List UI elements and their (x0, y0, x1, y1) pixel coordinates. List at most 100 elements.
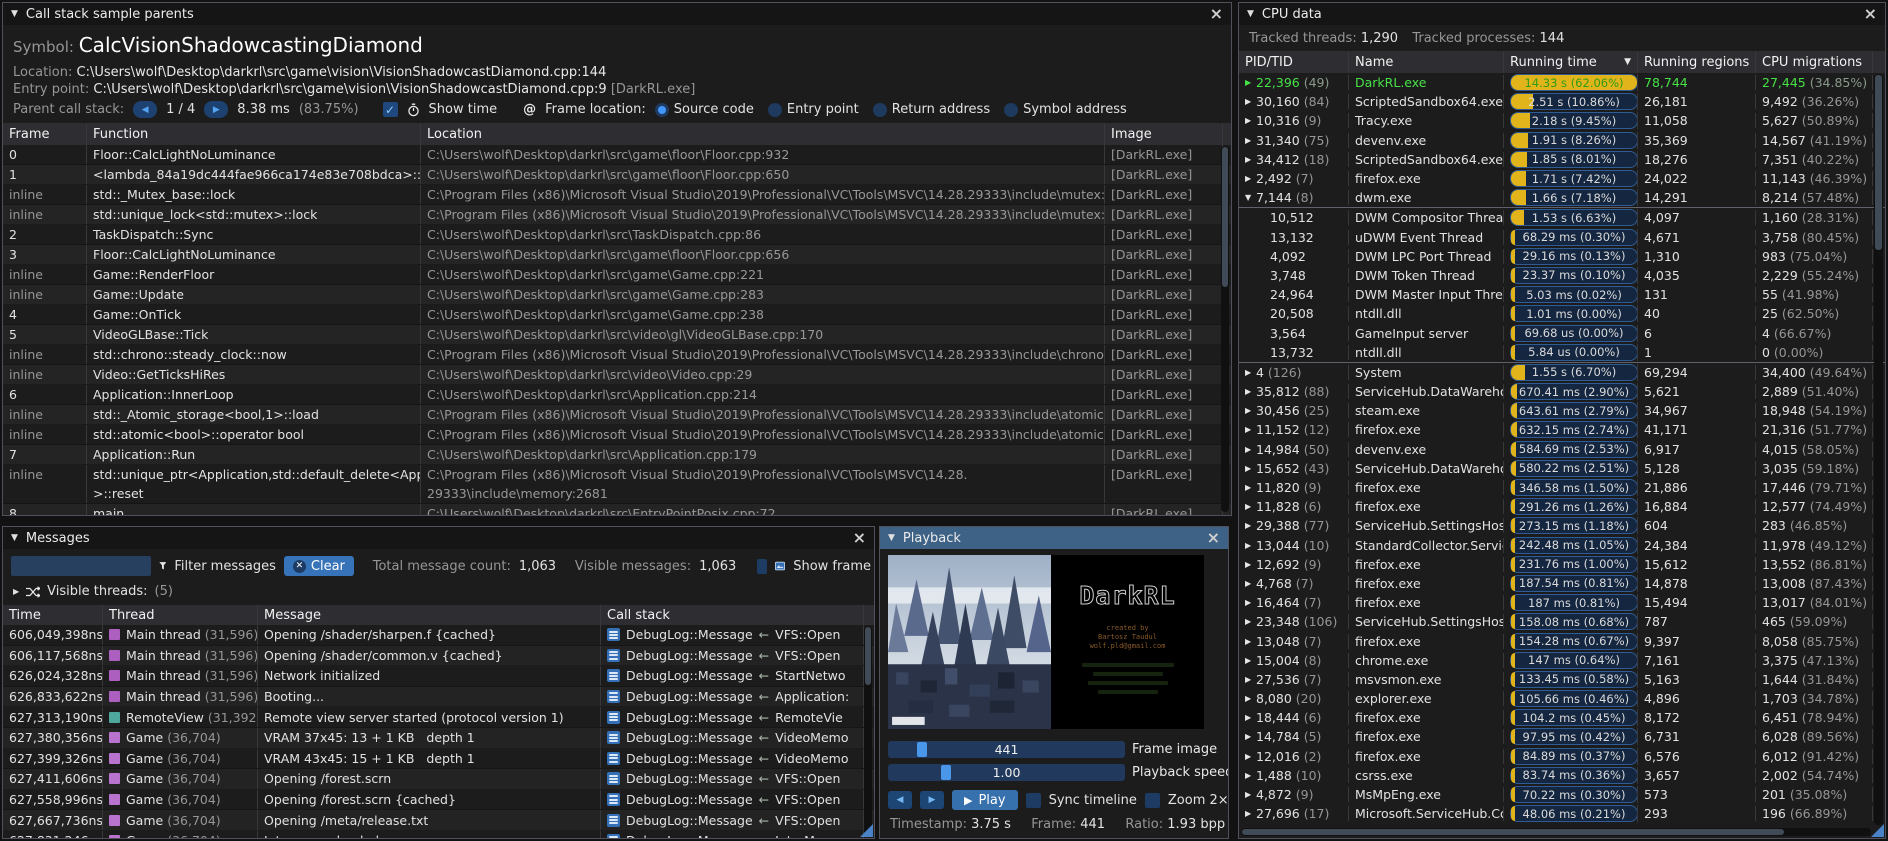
prev-callstack-button[interactable]: ◀ (133, 101, 157, 118)
table-row[interactable]: inlinestd::atomic<bool>::operator boolC:… (3, 425, 1231, 445)
expand-row-icon[interactable]: ▶ (1245, 445, 1256, 454)
table-row[interactable]: 13,732ntdll.dll5.84 us (0.00%)10 (0.00%) (1239, 343, 1885, 362)
cpu-titlebar[interactable]: ▼ CPU data × (1239, 3, 1885, 25)
expand-row-icon[interactable]: ▶ (1245, 406, 1256, 415)
callstack-scrollbar[interactable] (1221, 146, 1229, 512)
expand-row-icon[interactable]: ▶ (1245, 656, 1256, 665)
frame-image-slider[interactable]: 441 (888, 741, 1125, 758)
table-row[interactable]: ▶12,016 (2)firefox.exe84.89 ms (0.37%)6,… (1239, 747, 1885, 766)
column-header-image[interactable]: Image (1105, 123, 1223, 145)
table-row[interactable]: 627,411,606nsGame (36,704)Opening /fores… (3, 769, 874, 790)
table-row[interactable]: 627,667,736nsGame (36,704)Opening /meta/… (3, 810, 874, 831)
collapse-icon[interactable]: ▼ (888, 533, 895, 543)
table-row[interactable]: 3,748DWM Token Thread23.37 ms (0.10%)4,0… (1239, 266, 1885, 285)
collapse-icon[interactable]: ▼ (11, 9, 18, 19)
table-row[interactable]: ▶23,348 (106)ServiceHub.SettingsHost158.… (1239, 612, 1885, 631)
expand-row-icon[interactable]: ▶ (1245, 483, 1256, 492)
table-row[interactable]: ▶30,160 (84)ScriptedSandbox64.exe2.51 s … (1239, 92, 1885, 111)
expand-threads-icon[interactable]: ▶ (13, 587, 19, 596)
table-row[interactable]: ▶22,396 (49)DarkRL.exe14.33 s (62.06%)78… (1239, 73, 1885, 92)
table-row[interactable]: 626,833,622nsMain thread (31,596)Booting… (3, 687, 874, 708)
table-row[interactable]: 626,024,328nsMain thread (31,596)Network… (3, 666, 874, 687)
cpu-scrollbar[interactable] (1874, 74, 1883, 825)
expand-row-icon[interactable]: ▶ (1245, 675, 1256, 684)
frame-location-radio-entry-point[interactable]: Entry point (768, 102, 859, 117)
expand-row-icon[interactable]: ▶ (1245, 598, 1256, 607)
expand-row-icon[interactable]: ▶ (1245, 521, 1256, 530)
table-row[interactable]: ▶13,048 (7)firefox.exe154.28 ms (0.67%)9… (1239, 631, 1885, 650)
table-row[interactable]: ▶4,872 (9)MsMpEng.exe70.22 ms (0.30%)573… (1239, 785, 1885, 804)
column-header-cpu-migrations[interactable]: CPU migrations (1756, 51, 1873, 73)
collapse-icon[interactable]: ▼ (1247, 9, 1254, 19)
table-row[interactable]: 10,512DWM Compositor Thread1.53 s (6.63%… (1239, 207, 1885, 227)
table-row[interactable]: inlinestd::_Mutex_base::lockC:\Program F… (3, 185, 1231, 205)
table-row[interactable]: ▶35,812 (88)ServiceHub.DataWarehou670.41… (1239, 382, 1885, 401)
close-icon[interactable]: × (1207, 530, 1220, 546)
column-header-thread[interactable]: Thread (103, 605, 258, 625)
show-time-checkbox[interactable]: ✓ (383, 102, 398, 117)
table-row[interactable]: 606,049,398nsMain thread (31,596)Opening… (3, 625, 874, 646)
expand-row-icon[interactable]: ▶ (1245, 116, 1256, 125)
table-row[interactable]: inlinestd::unique_lock<std::mutex>::lock… (3, 205, 1231, 225)
column-header-running-regions[interactable]: Running regions (1638, 51, 1756, 73)
table-row[interactable]: ▶11,828 (6)firefox.exe291.26 ms (1.26%)1… (1239, 497, 1885, 516)
table-row[interactable]: 3,564GameInput server69.68 us (0.00%)64 … (1239, 323, 1885, 342)
expand-row-icon[interactable]: ▶ (1245, 560, 1256, 569)
expand-row-icon[interactable]: ▶ (1245, 771, 1256, 780)
expand-row-icon[interactable]: ▶ (1245, 78, 1256, 87)
close-icon[interactable]: × (1210, 6, 1223, 22)
playback-speed-slider[interactable]: 1.00 (888, 764, 1125, 781)
table-row[interactable]: ▶29,388 (77)ServiceHub.SettingsHost273.1… (1239, 516, 1885, 535)
table-row[interactable]: 627,399,326nsGame (36,704)VRAM 43x45: 15… (3, 749, 874, 770)
playback-titlebar[interactable]: ▼ Playback × (880, 527, 1228, 549)
frame-location-radio-source-code[interactable]: Source code (655, 102, 754, 117)
resize-grip[interactable] (860, 824, 873, 837)
cpu-horizontal-scrollbar[interactable] (1241, 828, 1871, 836)
table-row[interactable]: 13,132uDWM Event Thread68.29 ms (0.30%)4… (1239, 228, 1885, 247)
table-row[interactable]: 3Floor::CalcLightNoLuminanceC:\Users\wol… (3, 245, 1231, 265)
table-row[interactable]: ▶1,488 (10)csrss.exe83.74 ms (0.36%)3,65… (1239, 766, 1885, 785)
column-header-call-stack[interactable]: Call stack (601, 605, 864, 625)
table-row[interactable]: 627,558,996nsGame (36,704)Opening /fores… (3, 790, 874, 811)
close-icon[interactable]: × (853, 530, 866, 546)
table-row[interactable]: ▶16,464 (7)firefox.exe187 ms (0.81%)15,4… (1239, 593, 1885, 612)
expand-row-icon[interactable]: ▶ (1245, 579, 1256, 588)
filter-input[interactable] (11, 556, 151, 576)
expand-row-icon[interactable]: ▶ (1245, 502, 1256, 511)
frame-location-radio-return-address[interactable]: Return address (873, 102, 990, 117)
column-header-message[interactable]: Message (258, 605, 601, 625)
table-row[interactable]: ▶12,692 (9)firefox.exe231.76 ms (1.00%)1… (1239, 555, 1885, 574)
step-back-button[interactable]: ◀ (888, 791, 912, 809)
table-row[interactable]: ▶18,444 (6)firefox.exe104.2 ms (0.45%)8,… (1239, 708, 1885, 727)
table-row[interactable]: 2TaskDispatch::SyncC:\Users\wolf\Desktop… (3, 225, 1231, 245)
table-row[interactable]: 627,831,246nsGame (36,704)Intro menu loa… (3, 831, 874, 838)
expand-row-icon[interactable]: ▶ (1245, 617, 1256, 626)
table-row[interactable]: inlineGame::RenderFloorC:\Users\wolf\Des… (3, 265, 1231, 285)
expand-row-icon[interactable]: ▶ (1245, 713, 1256, 722)
table-row[interactable]: ▶11,820 (9)firefox.exe346.58 ms (1.50%)2… (1239, 478, 1885, 497)
column-header-time[interactable]: Time (3, 605, 103, 625)
table-row[interactable]: ▶30,456 (25)steam.exe643.61 ms (2.79%)34… (1239, 401, 1885, 420)
table-row[interactable]: ▶27,536 (7)msvsmon.exe133.45 ms (0.58%)5… (1239, 670, 1885, 689)
table-row[interactable]: 627,313,190nsRemoteView (31,392)Remote v… (3, 707, 874, 728)
table-row[interactable]: ▶10,316 (9)Tracy.exe2.18 s (9.45%)11,058… (1239, 111, 1885, 130)
table-row[interactable]: 4,092DWM LPC Port Thread29.16 ms (0.13%)… (1239, 247, 1885, 266)
table-row[interactable]: inlineVideo::GetTicksHiResC:\Users\wolf\… (3, 365, 1231, 385)
expand-row-icon[interactable]: ▶ (1245, 155, 1256, 164)
column-header-name[interactable]: Name (1349, 51, 1504, 73)
expand-row-icon[interactable]: ▶ (1245, 387, 1256, 396)
expand-row-icon[interactable]: ▶ (1245, 174, 1256, 183)
table-row[interactable]: inlineGame::UpdateC:\Users\wolf\Desktop\… (3, 285, 1231, 305)
column-header-location[interactable]: Location (421, 123, 1105, 145)
expand-row-icon[interactable]: ▶ (1245, 541, 1256, 550)
expand-row-icon[interactable]: ▶ (1245, 464, 1256, 473)
column-header-function[interactable]: Function (87, 123, 421, 145)
table-row[interactable]: ▶8,080 (20)explorer.exe105.66 ms (0.46%)… (1239, 689, 1885, 708)
table-row[interactable]: ▼7,144 (8)dwm.exe1.66 s (7.18%)14,2918,2… (1239, 188, 1885, 207)
table-row[interactable]: ▶15,004 (8)chrome.exe147 ms (0.64%)7,161… (1239, 651, 1885, 670)
messages-scrollbar[interactable] (864, 626, 872, 835)
close-icon[interactable]: × (1864, 6, 1877, 22)
table-row[interactable]: 8mainC:\Users\wolf\Desktop\darkrl\src\En… (3, 504, 1231, 515)
table-row[interactable]: 4Game::OnTickC:\Users\wolf\Desktop\darkr… (3, 305, 1231, 325)
expand-row-icon[interactable]: ▶ (1245, 97, 1256, 106)
